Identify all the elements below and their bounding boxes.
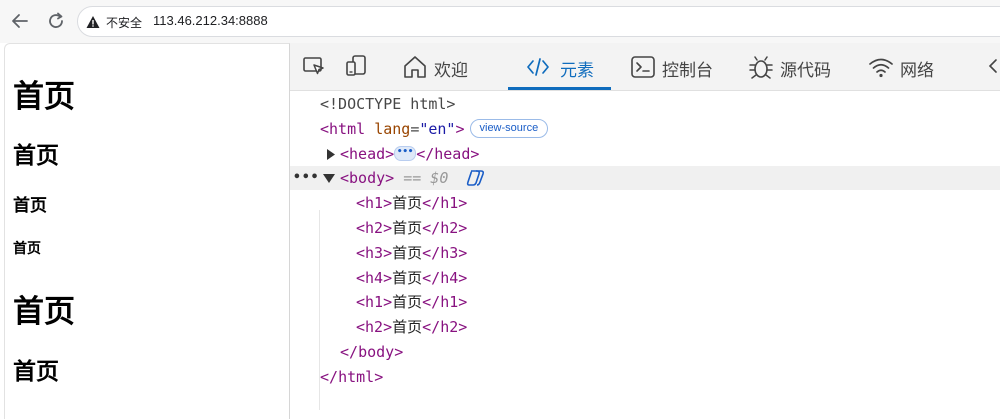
code-icon: [527, 58, 549, 76]
inspect-element-icon[interactable]: [302, 54, 326, 78]
console-icon: [631, 56, 655, 78]
head-close-tag-name: head: [434, 145, 471, 163]
page-viewport: 首页 首页 首页 首页 首页 首页: [4, 43, 290, 419]
child-text: 首页: [392, 219, 423, 237]
more-tools-icon[interactable]: [982, 54, 1000, 78]
more-actions-icon[interactable]: •••: [293, 166, 319, 190]
tab-label: 源代码: [780, 61, 831, 81]
dom-node-h1[interactable]: <h1>首页</h1>: [290, 191, 1000, 215]
body-close-tag-name: body: [358, 343, 395, 361]
attr-value: "en": [419, 120, 456, 138]
body-tag-name: body: [349, 169, 386, 187]
head-tag-name: head: [349, 145, 386, 163]
tab-console[interactable]: 控制台: [630, 43, 725, 90]
dom-node-head[interactable]: <head> ••• </head>: [290, 142, 1000, 166]
child-tag-name: h2: [365, 219, 384, 237]
html-close-tag-name: html: [338, 368, 375, 386]
devtools-panel: 欢迎 元素 控制台 源代码 网络 <!DOCTYPE html> <html l…: [290, 43, 1000, 419]
page-heading-h1: 首页: [13, 79, 75, 115]
page-heading-h3: 首页: [13, 196, 47, 216]
dom-node-html[interactable]: <html lang="en"> view-source: [290, 117, 1000, 141]
browser-toolbar: 不安全 113.46.212.34:8888: [0, 0, 1000, 43]
dom-node-h3[interactable]: <h3>首页</h3>: [290, 241, 1000, 265]
collapsed-ellipsis-icon[interactable]: •••: [394, 146, 417, 161]
dom-node-h2[interactable]: <h2>首页</h2>: [290, 216, 1000, 240]
dom-node-h1[interactable]: <h1>首页</h1>: [290, 290, 1000, 314]
child-text: 首页: [392, 293, 423, 311]
page-heading-h2: 首页: [13, 143, 59, 169]
page-heading-h2: 首页: [13, 359, 59, 385]
child-close-tag-name: h2: [440, 219, 459, 237]
child-close-tag-name: h2: [440, 318, 459, 336]
doctype-text: <!DOCTYPE html>: [320, 95, 456, 113]
child-close-tag-name: h3: [440, 244, 459, 262]
dom-node-html-close[interactable]: </html>: [290, 365, 1000, 389]
dom-node-body-close[interactable]: </body>: [290, 340, 1000, 364]
tab-elements[interactable]: 元素: [508, 43, 611, 90]
child-close-tag-name: h1: [440, 293, 459, 311]
dom-node-body-selected[interactable]: ••• <body> == $0: [290, 166, 1000, 190]
tab-welcome[interactable]: 欢迎: [402, 43, 482, 90]
security-label[interactable]: 不安全: [106, 14, 142, 31]
child-close-tag-name: h1: [440, 194, 459, 212]
collapse-triangle-icon[interactable]: [323, 174, 335, 184]
child-text: 首页: [392, 269, 423, 287]
child-text: 首页: [392, 244, 423, 262]
child-tag-name: h4: [365, 269, 384, 287]
wifi-icon: [869, 58, 893, 78]
dom-node-h2[interactable]: <h2>首页</h2>: [290, 315, 1000, 339]
child-text: 首页: [392, 318, 423, 336]
dom-node-h4[interactable]: <h4>首页</h4>: [290, 266, 1000, 290]
tab-label: 欢迎: [434, 61, 468, 81]
home-icon: [404, 56, 426, 78]
view-source-badge[interactable]: view-source: [469, 119, 549, 138]
copilot-icon[interactable]: [466, 169, 486, 187]
dom-tree: <!DOCTYPE html> <html lang="en"> view-sou…: [290, 90, 1000, 419]
page-heading-h1: 首页: [13, 294, 75, 330]
selected-node-marker: == $0: [403, 169, 449, 187]
tab-label: 元素: [560, 61, 594, 81]
tab-label: 网络: [900, 61, 934, 81]
child-tag-name: h3: [365, 244, 384, 262]
dom-node-doctype[interactable]: <!DOCTYPE html>: [290, 92, 1000, 116]
device-emulation-icon[interactable]: [344, 54, 368, 78]
child-tag-name: h2: [365, 318, 384, 336]
child-tag-name: h1: [365, 293, 384, 311]
back-arrow-icon[interactable]: [9, 10, 31, 32]
warning-icon[interactable]: [86, 15, 100, 29]
url-text[interactable]: 113.46.212.34:8888: [153, 13, 268, 28]
tab-sources[interactable]: 源代码: [748, 43, 843, 90]
bug-icon: [749, 56, 773, 79]
attr-name: lang: [374, 120, 411, 138]
expand-triangle-icon[interactable]: [326, 149, 336, 160]
address-bar[interactable]: 不安全 113.46.212.34:8888: [77, 6, 1000, 37]
child-tag-name: h1: [365, 194, 384, 212]
tab-network[interactable]: 网络: [868, 43, 948, 90]
tab-label: 控制台: [662, 61, 713, 81]
page-heading-h4: 首页: [13, 241, 41, 257]
child-close-tag-name: h4: [440, 269, 459, 287]
html-tag-name: html: [329, 120, 366, 138]
reload-icon[interactable]: [45, 10, 67, 32]
devtools-tabbar: 欢迎 元素 控制台 源代码 网络: [290, 43, 1000, 91]
child-text: 首页: [392, 194, 423, 212]
